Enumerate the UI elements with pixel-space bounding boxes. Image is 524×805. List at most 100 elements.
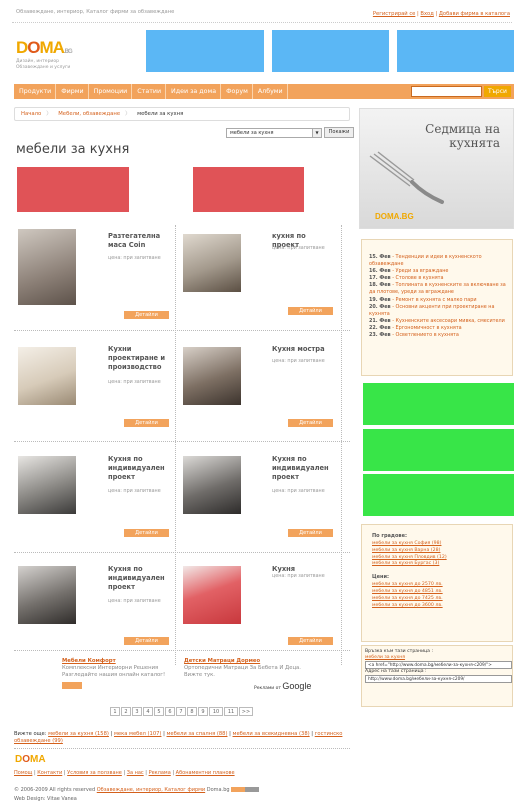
details-button[interactable]: Детайли	[124, 637, 169, 645]
side-ad-1[interactable]	[363, 383, 514, 425]
banner-ad-2[interactable]	[272, 30, 389, 72]
search-input[interactable]	[411, 86, 482, 97]
details-button[interactable]: Детайли	[124, 529, 169, 537]
nav-promotions[interactable]: Промоции	[89, 84, 133, 99]
event-item[interactable]: 19. Фев - Ремонт в кухнята с малко пари	[369, 297, 509, 304]
nav-products[interactable]: Продукти	[14, 84, 57, 99]
product-image[interactable]	[18, 456, 76, 514]
product-image[interactable]	[183, 456, 241, 514]
footer-link[interactable]: Контакти	[37, 770, 62, 776]
page-link[interactable]: 3	[132, 707, 142, 716]
see-also-link[interactable]: мека мебел (107)	[114, 731, 161, 737]
product-name[interactable]: Кухни проектиране и производство	[108, 345, 168, 372]
footer-logo[interactable]: DOMA	[15, 754, 46, 765]
site-logo[interactable]: DOMA.BG Дизайн, интериор Обзавеждане и у…	[16, 38, 73, 70]
page-link[interactable]: 7	[176, 707, 186, 716]
see-also-link[interactable]: мебели за спалня (88)	[167, 731, 228, 737]
nav-companies[interactable]: Фирми	[56, 84, 89, 99]
price-filter-link[interactable]: мебели за кухня до 7425 лв.	[372, 596, 512, 603]
login-link[interactable]: Вход	[420, 11, 433, 17]
add-company-link[interactable]: Добави фирма в каталога	[439, 11, 510, 17]
breadcrumb-home[interactable]: Начало	[21, 111, 41, 117]
show-button[interactable]: Покажи	[324, 127, 354, 138]
details-button[interactable]: Детайли	[124, 419, 169, 427]
ad-nav-arrows[interactable]	[62, 682, 82, 689]
details-button[interactable]: Детайли	[288, 529, 333, 537]
product-image[interactable]	[18, 566, 76, 624]
banner-ad-1[interactable]	[146, 30, 264, 72]
event-item[interactable]: 21. Фев - Кухненските аксесоари мивка, с…	[369, 318, 509, 325]
event-item[interactable]: 23. Фев - Осветлението в кухнята	[369, 332, 509, 339]
embed-code-field[interactable]: <a href="http://www.doma.bg/мебели-за-ку…	[365, 661, 512, 669]
event-item[interactable]: 15. Фев - Тенденции и идеи в кухненското…	[369, 254, 509, 268]
details-button[interactable]: Детайли	[124, 311, 169, 319]
city-filter-link[interactable]: мебели за кухня Бургас (3)	[372, 561, 512, 568]
page-link[interactable]: 9	[198, 707, 208, 716]
product-image[interactable]	[18, 229, 76, 305]
event-title[interactable]: Ремонт в кухнята с малко пари	[396, 297, 477, 303]
page-link[interactable]: 2	[121, 707, 131, 716]
nav-forum[interactable]: Форум	[221, 84, 253, 99]
footer-link[interactable]: За нас	[127, 770, 144, 776]
nav-articles[interactable]: Статии	[132, 84, 167, 99]
event-title[interactable]: Осветлението в кухнята	[396, 332, 459, 338]
footer-link[interactable]: Абонаментни планове	[176, 770, 235, 776]
footer-link[interactable]: Условия за ползване	[67, 770, 122, 776]
event-item[interactable]: 18. Фев - Топлината в кухненските за вкл…	[369, 282, 509, 296]
breadcrumb-furniture[interactable]: Мебели, обзавеждане	[58, 111, 120, 117]
page-link[interactable]: 8	[187, 707, 197, 716]
product-name[interactable]: Кухня по индивидуален проект	[108, 455, 168, 482]
next-page-link[interactable]: >>	[239, 707, 253, 716]
banner-ad-3[interactable]	[397, 30, 514, 72]
category-select[interactable]: мебели за кухня ▼	[226, 128, 322, 138]
event-title[interactable]: Кухненските аксесоари мивка, смесители	[396, 318, 505, 324]
product-name[interactable]: Разтегателна маса Coin	[108, 232, 168, 250]
footer-link[interactable]: Реклама	[149, 770, 171, 776]
page-link[interactable]: 5	[154, 707, 164, 716]
page-link[interactable]: 4	[143, 707, 153, 716]
text-ad-1[interactable]: Мебели Комфорт Комплексни Интериорни Реш…	[62, 658, 172, 679]
content-ad-2[interactable]	[193, 167, 304, 212]
see-also-link[interactable]: мебели за всекидневна (38)	[233, 731, 310, 737]
product-image[interactable]	[183, 347, 241, 405]
side-ad-3[interactable]	[363, 474, 514, 516]
nav-albums[interactable]: Албуми	[253, 84, 288, 99]
product-image[interactable]	[183, 234, 241, 292]
price-filter-link[interactable]: мебели за кухня до 2570 лв.	[372, 582, 512, 589]
event-item[interactable]: 22. Фев - Ергономичност в кухнята	[369, 325, 509, 332]
event-item[interactable]: 20. Фев - Основни акценти при проектиран…	[369, 304, 509, 318]
page-link[interactable]: 1	[110, 707, 120, 716]
product-image[interactable]	[18, 347, 76, 405]
product-name[interactable]: Кухня по индивидуален проект	[272, 455, 332, 482]
page-link[interactable]: 10	[209, 707, 223, 716]
page-link[interactable]: 6	[165, 707, 175, 716]
event-item[interactable]: 17. Фев - Столове в кухнята	[369, 275, 509, 282]
product-name[interactable]: Кухня	[272, 565, 332, 574]
product-name[interactable]: Кухня мостра	[272, 345, 332, 354]
price-filter-link[interactable]: мебели за кухня до 3600 лв.	[372, 603, 512, 610]
search-button[interactable]: Търси	[484, 86, 511, 97]
details-button[interactable]: Детайли	[288, 637, 333, 645]
footer-link[interactable]: Помощ	[14, 770, 32, 776]
nav-ideas[interactable]: Идеи за дома	[166, 84, 222, 99]
product-image[interactable]	[183, 566, 241, 624]
city-filter-link[interactable]: мебели за кухня София (98)	[372, 541, 512, 548]
footer-home-link[interactable]: Обзавеждане, интериор, Каталог фирми	[97, 787, 205, 793]
see-also-link[interactable]: мебели за кухня (158)	[48, 731, 109, 737]
city-filter-link[interactable]: мебели за кухня Варна (28)	[372, 548, 512, 555]
event-item[interactable]: 16. Фев - Уреди за вграждане	[369, 268, 509, 275]
ads-by-google[interactable]: Реклами от Google	[254, 681, 311, 691]
content-ad-1[interactable]	[17, 167, 129, 212]
side-ad-2[interactable]	[363, 429, 514, 471]
page-link[interactable]: 11	[224, 707, 238, 716]
address-field[interactable]: http://www.doma.bg/мебели-за-кухня-c209/	[365, 675, 512, 683]
event-title[interactable]: Ергономичност в кухнята	[396, 325, 462, 331]
product-name[interactable]: Кухня по индивидуален проект	[108, 565, 168, 592]
details-button[interactable]: Детайли	[288, 419, 333, 427]
price-filter-link[interactable]: мебели за кухня до 4851 лв.	[372, 589, 512, 596]
text-ad-2[interactable]: Детски Матраци Дормео Ортопедични Матрац…	[184, 658, 304, 679]
event-title[interactable]: Уреди за вграждане	[396, 268, 449, 274]
details-button[interactable]: Детайли	[288, 307, 333, 315]
register-link[interactable]: Регистрирай се	[373, 11, 416, 17]
event-title[interactable]: Столове в кухнята	[396, 275, 444, 281]
